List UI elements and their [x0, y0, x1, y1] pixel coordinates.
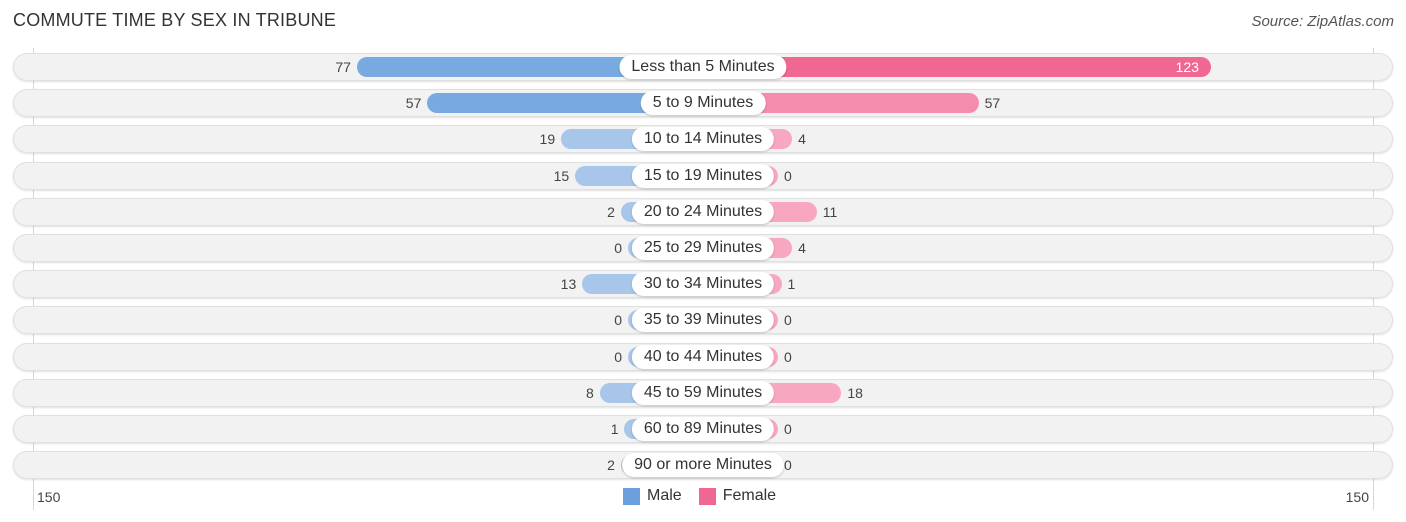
legend-label-male: Male: [647, 487, 682, 504]
value-label-male: 19: [539, 131, 556, 148]
value-label-male: 77: [335, 59, 351, 75]
value-label-male: 0: [614, 240, 622, 256]
value-label-male: 57: [405, 95, 422, 112]
category-label: 60 to 89 Minutes: [631, 417, 775, 441]
legend-swatch-male: [623, 487, 640, 505]
value-label-female: 0: [784, 167, 792, 184]
value-label-female: 11: [822, 203, 838, 220]
category-label: 90 or more Minutes: [622, 453, 784, 478]
value-label-female: 18: [847, 384, 863, 401]
value-label-female: 4: [798, 131, 806, 148]
value-label-female: 0: [784, 457, 792, 474]
category-label: 30 to 34 Minutes: [631, 272, 775, 297]
legend-label-female: Female: [722, 487, 777, 504]
category-label: 35 to 39 Minutes: [631, 308, 775, 333]
category-label: 25 to 29 Minutes: [631, 236, 775, 260]
value-label-female: 57: [984, 95, 1001, 112]
value-label-female: 0: [784, 312, 792, 329]
chart-title: COMMUTE TIME BY SEX IN TRIBUNE: [13, 10, 337, 30]
category-label: 10 to 14 Minutes: [631, 127, 775, 152]
legend-item-male[interactable]: Male: [623, 487, 682, 505]
category-label: 15 to 19 Minutes: [631, 163, 775, 188]
value-label-female: 0: [784, 421, 792, 437]
legend: Male Female: [623, 487, 793, 505]
legend-swatch-female: [698, 487, 716, 505]
category-label: 20 to 24 Minutes: [631, 199, 775, 224]
axis-tick-right: 150: [1345, 489, 1369, 505]
value-label-female: 4: [798, 240, 806, 256]
value-label-male: 0: [614, 312, 622, 329]
value-label-male: 13: [560, 276, 577, 293]
value-label-male: 2: [607, 457, 615, 474]
category-label: 40 to 44 Minutes: [631, 344, 775, 369]
value-label-male: 8: [586, 384, 594, 401]
value-label-female: 1: [787, 276, 796, 293]
value-label-female: 123: [1175, 59, 1199, 75]
legend-item-female[interactable]: Female: [698, 487, 777, 505]
category-label: 5 to 9 Minutes: [640, 91, 766, 116]
source-label: Source: ZipAtlas.com: [1251, 13, 1394, 30]
category-label: 45 to 59 Minutes: [631, 380, 775, 405]
value-label-male: 15: [553, 167, 570, 184]
value-label-female: 0: [784, 348, 792, 365]
value-label-male: 1: [610, 421, 619, 437]
axis-tick-left: 150: [37, 489, 61, 505]
category-label: Less than 5 Minutes: [619, 55, 787, 79]
value-label-male: 0: [614, 348, 622, 365]
value-label-male: 2: [607, 203, 615, 220]
